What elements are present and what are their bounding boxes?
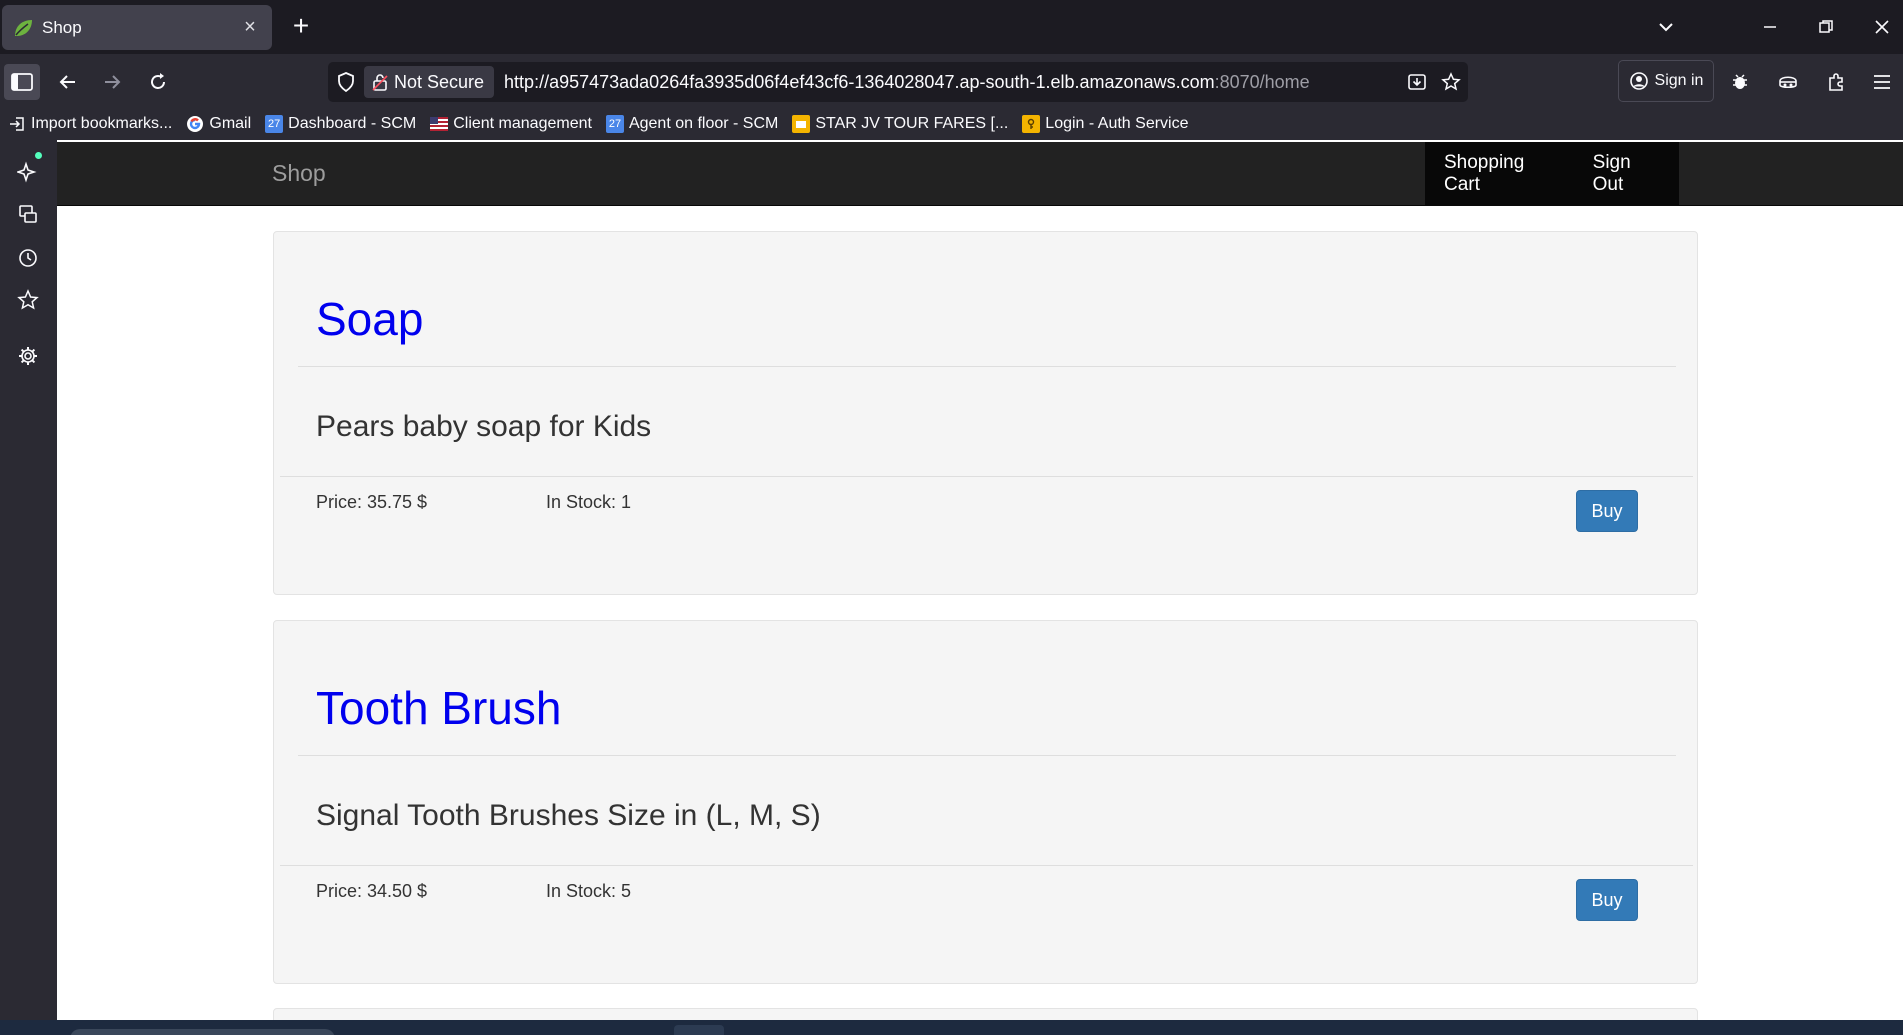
extensions-puzzle-icon[interactable] bbox=[1818, 64, 1854, 100]
buy-button[interactable]: Buy bbox=[1576, 879, 1638, 921]
bookmark-client-management[interactable]: Client management bbox=[430, 115, 592, 133]
back-arrow-icon[interactable] bbox=[50, 64, 86, 100]
site-brand[interactable]: Shop bbox=[272, 160, 326, 187]
forward-arrow-icon[interactable] bbox=[94, 64, 130, 100]
synced-tabs-icon[interactable] bbox=[10, 196, 46, 232]
bookmark-label: Dashboard - SCM bbox=[288, 115, 417, 132]
product-title-link[interactable]: Soap bbox=[316, 292, 423, 346]
ai-sparkle-icon[interactable] bbox=[10, 154, 46, 190]
sign-in-button[interactable]: Sign in bbox=[1618, 60, 1714, 102]
product-card: Tooth Brush Signal Tooth Brushes Size in… bbox=[273, 620, 1698, 984]
navigation-toolbar: Not Secure http://a957473ada0264fa3935d0… bbox=[0, 54, 1903, 108]
divider bbox=[280, 476, 1693, 477]
menu-hamburger-icon[interactable] bbox=[1864, 64, 1900, 100]
url-text[interactable]: http://a957473ada0264fa3935d06f4ef43cf6-… bbox=[504, 72, 1400, 93]
sign-in-label: Sign in bbox=[1654, 72, 1704, 89]
bookmark-agent-on-floor[interactable]: 27 Agent on floor - SCM bbox=[605, 115, 779, 133]
save-page-icon[interactable] bbox=[1400, 64, 1434, 100]
bookmarks-star-icon[interactable] bbox=[10, 282, 46, 318]
tab-list-chevron-icon[interactable] bbox=[1648, 12, 1684, 42]
browser-window: Shop × + Not Secure http://a957473ada026… bbox=[0, 0, 1903, 1035]
tab-title: Shop bbox=[42, 17, 82, 37]
divider bbox=[298, 366, 1676, 367]
key-icon bbox=[1022, 115, 1041, 133]
notification-dot bbox=[35, 152, 42, 159]
product-stock: In Stock: 5 bbox=[546, 881, 632, 901]
taskbar-app[interactable] bbox=[674, 1025, 724, 1035]
product-description: Signal Tooth Brushes Size in (L, M, S) bbox=[316, 799, 821, 832]
taskbar-search[interactable] bbox=[70, 1029, 335, 1035]
new-tab-button[interactable]: + bbox=[286, 12, 316, 42]
bookmark-label: STAR JV TOUR FARES [... bbox=[815, 115, 1009, 132]
bug-extension-icon[interactable] bbox=[1722, 64, 1758, 100]
spring-leaf-icon bbox=[12, 17, 34, 39]
url-port-path: :8070/home bbox=[1214, 71, 1310, 92]
minimize-icon[interactable] bbox=[1752, 12, 1788, 42]
not-secure-indicator[interactable]: Not Secure bbox=[364, 66, 495, 98]
page-viewport: Shop Shopping Cart Sign Out Soap Pears b… bbox=[57, 140, 1903, 1020]
reload-icon[interactable] bbox=[140, 64, 176, 100]
import-icon bbox=[8, 115, 26, 133]
calendar-icon: 27 bbox=[265, 115, 284, 133]
site-navbar: Shop Shopping Cart Sign Out bbox=[57, 142, 1903, 206]
url-bar[interactable]: Not Secure http://a957473ada0264fa3935d0… bbox=[328, 62, 1468, 102]
close-window-icon[interactable] bbox=[1864, 12, 1900, 42]
bookmark-label: Login - Auth Service bbox=[1045, 115, 1189, 132]
product-title-link[interactable]: Tooth Brush bbox=[316, 681, 561, 735]
url-host: http://a957473ada0264fa3935d06f4ef43cf6-… bbox=[504, 71, 1215, 92]
not-secure-label: Not Secure bbox=[394, 71, 485, 92]
settings-gear-icon[interactable] bbox=[10, 338, 46, 374]
bookmark-label: Agent on floor - SCM bbox=[628, 115, 779, 132]
product-stock: In Stock: 1 bbox=[546, 492, 632, 512]
tab-strip: Shop × + bbox=[0, 0, 1903, 54]
tab-shop[interactable]: Shop × bbox=[2, 5, 272, 50]
flag-icon bbox=[430, 115, 449, 133]
google-icon bbox=[186, 115, 204, 133]
close-tab-icon[interactable]: × bbox=[238, 16, 262, 39]
restore-icon[interactable] bbox=[1808, 12, 1844, 42]
bookmarks-toolbar: Import bookmarks... Gmail 27 Dashboard -… bbox=[0, 108, 1903, 140]
bookmark-label: Gmail bbox=[209, 115, 252, 132]
product-price: Price: 34.50 $ bbox=[316, 881, 428, 901]
bookmark-label: Client management bbox=[453, 115, 592, 132]
product-price: Price: 35.75 $ bbox=[316, 492, 428, 512]
bookmark-star-icon[interactable] bbox=[1434, 64, 1468, 100]
broken-lock-icon bbox=[372, 74, 388, 91]
bookmark-dashboard-scm[interactable]: 27 Dashboard - SCM bbox=[265, 115, 416, 133]
sign-out-link[interactable]: Sign Out bbox=[1574, 152, 1679, 196]
shopping-cart-link[interactable]: Shopping Cart bbox=[1425, 152, 1574, 196]
slides-icon bbox=[792, 115, 811, 133]
browser-sidebar bbox=[0, 140, 57, 1020]
calendar-icon: 27 bbox=[605, 115, 624, 133]
divider bbox=[280, 865, 1693, 866]
divider bbox=[298, 755, 1676, 756]
product-description: Pears baby soap for Kids bbox=[316, 410, 652, 443]
sidebar-toggle-icon[interactable] bbox=[4, 64, 40, 100]
bookmark-login-auth-service[interactable]: Login - Auth Service bbox=[1022, 115, 1189, 133]
product-card-partial bbox=[273, 1008, 1698, 1020]
history-clock-icon[interactable] bbox=[10, 240, 46, 276]
bookmark-label: Import bookmarks... bbox=[31, 115, 173, 132]
os-taskbar bbox=[0, 1020, 1903, 1035]
bookmark-gmail[interactable]: Gmail bbox=[186, 115, 251, 133]
site-nav-links: Shopping Cart Sign Out bbox=[1425, 142, 1679, 206]
bookmark-star-jv-tour-fares[interactable]: STAR JV TOUR FARES [... bbox=[792, 115, 1008, 133]
buy-button[interactable]: Buy bbox=[1576, 490, 1638, 532]
private-mask-icon[interactable] bbox=[1770, 64, 1806, 100]
account-icon bbox=[1629, 72, 1648, 90]
tracking-shield-icon[interactable] bbox=[328, 62, 364, 102]
product-card: Soap Pears baby soap for Kids Price: 35.… bbox=[273, 231, 1698, 595]
bookmark-import[interactable]: Import bookmarks... bbox=[8, 115, 172, 133]
